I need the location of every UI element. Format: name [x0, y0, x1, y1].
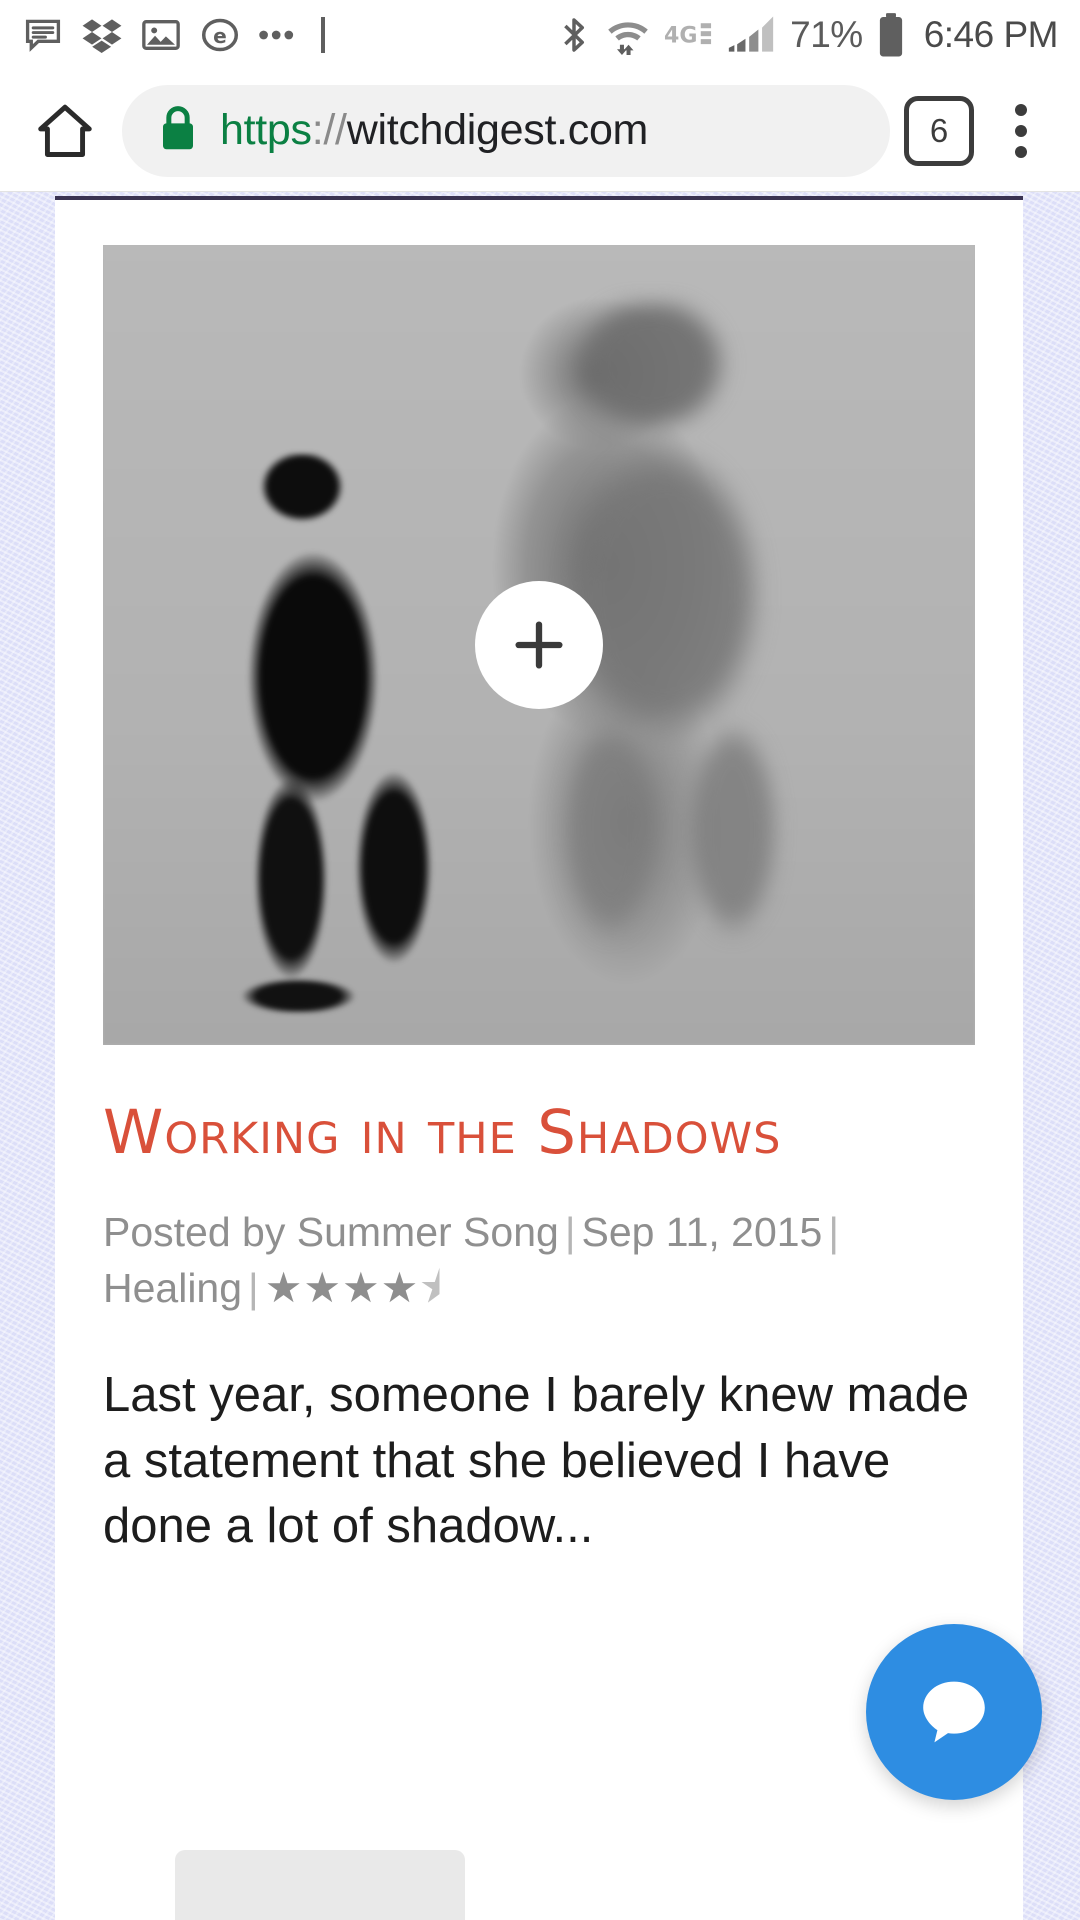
status-bar: e 4G 71% 6:46 PM: [0, 0, 1080, 70]
post-author[interactable]: Summer Song: [297, 1209, 559, 1255]
image-expand-button[interactable]: [475, 581, 603, 709]
gallery-icon: [140, 14, 182, 56]
dropbox-icon: [81, 14, 123, 56]
battery-icon: [876, 12, 906, 58]
menu-dot-icon: [1015, 145, 1027, 158]
meta-separator: |: [564, 1209, 576, 1256]
bluetooth-icon: [556, 13, 592, 57]
post-featured-image[interactable]: [103, 245, 975, 1045]
status-bar-clock: 6:46 PM: [923, 14, 1059, 55]
svg-text:e: e: [213, 24, 227, 48]
url-bar[interactable]: https://witchdigest.com: [122, 84, 890, 177]
url-text: https://witchdigest.com: [220, 106, 648, 155]
url-separator: ://: [311, 106, 347, 154]
post-rating: ★★★★⯨: [265, 1264, 443, 1311]
chat-bubble-icon: [923, 1681, 985, 1743]
cellular-signal-icon: [727, 13, 775, 57]
url-host: witchdigest.com: [346, 106, 649, 154]
post-image-silhouette-figure: [181, 453, 548, 1013]
plus-icon: [515, 621, 563, 669]
svg-text:4G: 4G: [664, 23, 697, 48]
web-page-viewport[interactable]: Working in the Shadows Posted by Summer …: [0, 192, 1080, 1920]
post-meta: Posted by Summer Song | Sep 11, 2015 | Heal…: [103, 1205, 975, 1317]
home-button[interactable]: [26, 92, 104, 170]
status-bar-divider: [321, 17, 325, 53]
status-bar-notification-icons: e: [22, 14, 325, 56]
chat-widget-button[interactable]: [866, 1624, 1042, 1800]
status-bar-system-icons: 4G 71% 6:46 PM: [556, 12, 1059, 58]
rating-half-star: ⯨: [419, 1264, 443, 1312]
url-scheme: https: [220, 106, 312, 154]
rating-full-stars: ★★★★: [264, 1264, 420, 1312]
post-category[interactable]: Healing: [103, 1265, 242, 1311]
posted-by-prefix: Posted by: [103, 1209, 286, 1256]
post-excerpt: Last year, someone I barely knew made a …: [103, 1368, 970, 1554]
post-read-more-button[interactable]: [175, 1850, 465, 1920]
post-date: Sep 11, 2015: [581, 1209, 823, 1256]
tab-count-label: 6: [929, 111, 949, 149]
post-title[interactable]: Working in the Shadows: [103, 1100, 975, 1165]
meta-separator: |: [248, 1265, 259, 1312]
message-icon: [22, 14, 64, 56]
browser-menu-button[interactable]: [988, 92, 1054, 170]
menu-dot-icon: [1015, 124, 1027, 137]
network-type-icon: 4G: [664, 20, 714, 50]
battery-percent-label: 71%: [790, 14, 863, 55]
tab-counter-button[interactable]: 6: [904, 95, 974, 166]
lock-icon: [156, 103, 200, 158]
more-notifications-icon: [258, 23, 300, 47]
wifi-icon: [605, 13, 651, 57]
menu-dot-icon: [1015, 103, 1027, 116]
browser-toolbar: https://witchdigest.com 6: [0, 70, 1080, 192]
meta-separator: |: [828, 1209, 840, 1256]
article-card: Working in the Shadows Posted by Summer …: [55, 196, 1023, 1920]
edge-icon: e: [199, 14, 241, 56]
